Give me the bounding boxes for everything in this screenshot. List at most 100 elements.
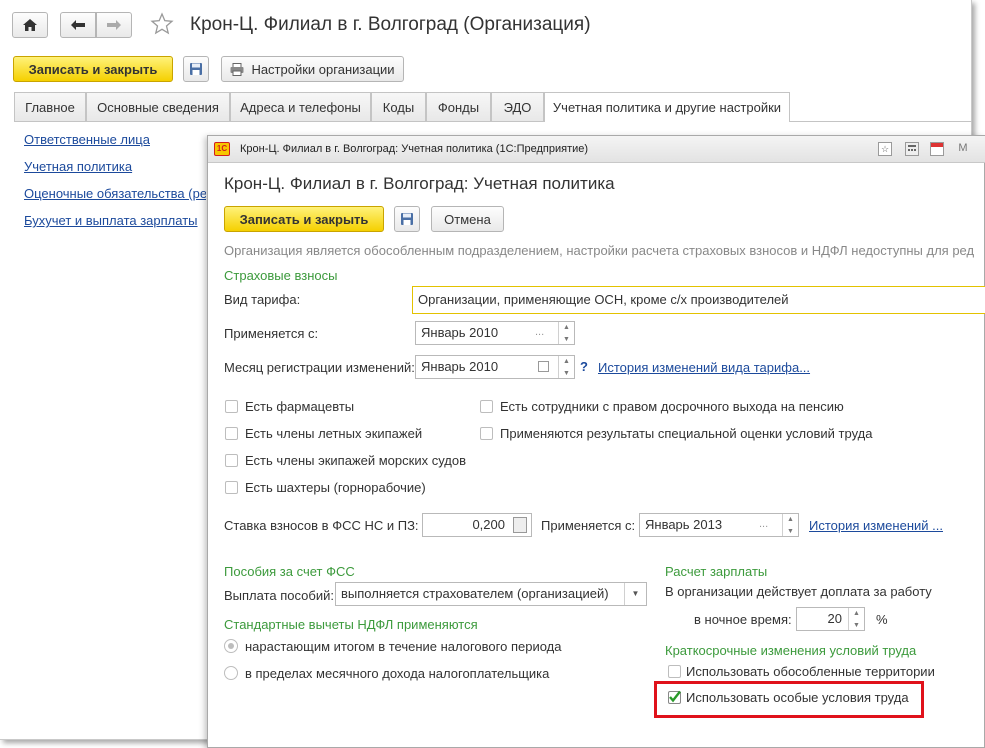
tab-basic-info[interactable]: Основные сведения [86,92,230,121]
short-term-section-title: Краткосрочные изменения условий труда [665,643,917,658]
tariff-label: Вид тарифа: [224,292,301,307]
calculator-icon[interactable] [513,517,527,533]
calendar-icon[interactable] [930,142,944,156]
forward-button[interactable] [96,12,132,38]
percent-label: % [876,612,888,627]
tab-funds[interactable]: Фонды [426,92,491,121]
sidebar-link-policy[interactable]: Учетная политика [24,159,132,174]
fss-history-link[interactable]: История изменений ... [809,518,943,533]
inner-header: Крон-Ц. Филиал в г. Волгоград: Учетная п… [224,174,615,193]
pharmacists-label: Есть фармацевты [245,399,355,414]
ndfl-cumulative-radio[interactable] [224,639,238,653]
printer-icon [230,62,244,76]
tab-edo[interactable]: ЭДО [491,92,544,121]
fss-rate-value: 0,200 [472,517,505,532]
early-retirement-label: Есть сотрудники с правом досрочного выхо… [500,399,844,414]
ndfl-monthly-radio[interactable] [224,666,238,680]
page-title: Крон-Ц. Филиал в г. Волгоград (Организац… [190,14,591,35]
flight-crew-label: Есть члены летных экипажей [245,426,423,441]
salary-section-title: Расчет зарплаты [665,564,768,579]
tab-main[interactable]: Главное [14,92,86,121]
floppy-disk-icon [190,63,202,75]
m-icon[interactable]: M [956,142,970,156]
inner-title-bar: 1С Крон-Ц. Филиал в г. Волгоград: Учетна… [208,136,985,163]
accounting-policy-window: 1С Крон-Ц. Филиал в г. Волгоград: Учетна… [207,135,985,748]
back-button[interactable] [60,12,96,38]
tariff-field[interactable]: Организации, применяющие ОСН, кроме с/х … [412,286,985,314]
arrow-left-icon [71,20,85,30]
fss-rate-field[interactable]: 0,200 [422,513,532,537]
benefits-payment-value: выполняется страхователем (организацией) [341,586,609,601]
sidebar-link-responsible[interactable]: Ответственные лица [24,132,150,147]
fss-applies-label: Применяется с: [541,518,636,533]
fss-applies-field[interactable]: Январь 2013 ... ▲ ▼ [639,513,799,537]
tabs-divider [14,121,972,122]
tariff-history-link[interactable]: История изменений вида тарифа... [598,360,810,375]
help-icon[interactable]: ? [580,359,588,374]
star-icon[interactable]: ☆ [878,142,892,156]
reg-month-value: Январь 2010 [421,359,499,374]
special-conditions-label: Использовать особые условия труда [686,690,909,705]
miners-label: Есть шахтеры (горнорабочие) [245,480,426,495]
early-retirement-checkbox[interactable] [480,400,493,413]
tab-accounting-policy[interactable]: Учетная политика и другие настройки [544,92,790,122]
info-text: Организация является обособленным подраз… [224,243,975,258]
insurance-section-title: Страховые взносы [224,268,338,283]
sidebar-link-estimates[interactable]: Оценочные обязательства (ре [24,186,206,201]
ndfl-monthly-label: в пределах месячного дохода налогоплател… [245,666,550,681]
screenshot-root: Крон-Ц. Филиал в г. Волгоград (Организац… [0,0,985,748]
night-time-label: в ночное время: [694,612,792,627]
home-icon [23,19,37,31]
separate-territories-label: Использовать обособленные территории [686,664,935,679]
night-time-value: 20 [827,611,842,626]
sidebar-link-payroll[interactable]: Бухучет и выплата зарплаты [24,213,198,228]
tab-addresses[interactable]: Адреса и телефоны [230,92,371,121]
reg-month-label: Месяц регистрации изменений: [224,360,415,375]
ndfl-section-title: Стандартные вычеты НДФЛ применяются [224,617,478,632]
arrow-right-icon [107,20,121,30]
spin-arrows-icon[interactable]: ▲ ▼ [782,514,798,536]
inner-save-button[interactable] [394,206,420,232]
ndfl-cumulative-label: нарастающим итогом в течение налогового … [245,639,562,654]
chevron-down-icon[interactable]: ▼ [624,583,646,605]
benefits-payment-select[interactable]: выполняется страхователем (организацией)… [335,582,647,606]
spin-arrows-icon[interactable]: ▲ ▼ [558,356,574,378]
night-time-field[interactable]: 20 ▲ ▼ [796,607,865,631]
special-assessment-checkbox[interactable] [480,427,493,440]
calendar-icon[interactable] [538,361,549,372]
spin-arrows-icon[interactable]: ▲ ▼ [848,608,864,630]
fss-applies-value: Январь 2013 [645,517,723,532]
applies-from-field[interactable]: Январь 2010 ... ▲ ▼ [415,321,575,345]
salary-bonus-text: В организации действует доплата за работ… [665,584,932,599]
floppy-disk-icon [401,213,413,225]
home-button[interactable] [12,12,48,38]
inner-window-title: Крон-Ц. Филиал в г. Волгоград: Учетная п… [240,143,589,155]
org-settings-button[interactable]: Настройки организации [221,56,404,82]
special-conditions-checkbox[interactable] [668,690,681,704]
reg-month-field[interactable]: Январь 2010 ▲ ▼ [415,355,575,379]
applies-from-label: Применяется с: [224,326,319,341]
special-assessment-label: Применяются результаты специальной оценк… [500,426,873,441]
tab-codes[interactable]: Коды [371,92,426,121]
favorite-star-icon[interactable] [150,12,174,39]
checkmark-icon [669,690,681,703]
benefits-payment-label: Выплата пособий: [224,588,334,603]
save-close-button[interactable]: Записать и закрыть [13,56,173,82]
inner-save-close-button[interactable]: Записать и закрыть [224,206,384,232]
select-dots-icon[interactable]: ... [535,326,544,338]
flight-crew-checkbox[interactable] [225,427,238,440]
save-button[interactable] [183,56,209,82]
fss-rate-label: Ставка взносов в ФСС НС и ПЗ: [224,518,419,533]
spin-arrows-icon[interactable]: ▲ ▼ [558,322,574,344]
sea-crew-checkbox[interactable] [225,454,238,467]
org-settings-label: Настройки организации [251,61,395,77]
pharmacists-checkbox[interactable] [225,400,238,413]
benefits-section-title: Пособия за счет ФСС [224,564,355,579]
select-dots-icon[interactable]: ... [759,518,768,530]
1c-logo-icon: 1С [214,142,230,156]
applies-from-value: Январь 2010 [421,325,499,340]
cancel-button[interactable]: Отмена [431,206,504,232]
separate-territories-checkbox[interactable] [668,665,681,678]
miners-checkbox[interactable] [225,481,238,494]
calculator-icon[interactable] [905,142,919,156]
